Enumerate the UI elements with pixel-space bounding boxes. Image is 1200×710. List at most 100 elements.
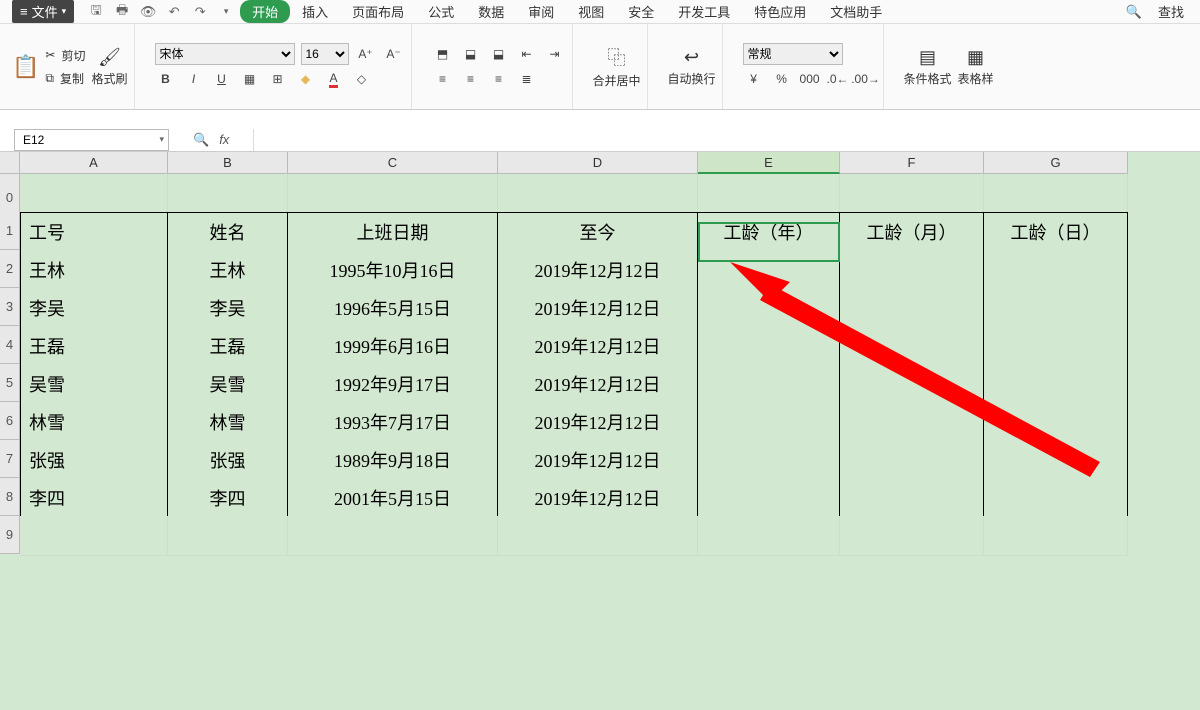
row-header-1[interactable]: 1 <box>0 212 20 250</box>
table-style-button[interactable]: ▦表格样 <box>958 47 994 87</box>
col-header-D[interactable]: D <box>498 152 698 174</box>
tab-home[interactable]: 开始 <box>240 0 290 23</box>
italic-button[interactable]: I <box>183 68 205 90</box>
cell-F4[interactable] <box>840 326 984 366</box>
tab-insert[interactable]: 插入 <box>290 2 340 21</box>
cell-G3[interactable] <box>984 288 1128 328</box>
cell-F3[interactable] <box>840 288 984 328</box>
cell-G1[interactable]: 工龄（日） <box>984 212 1128 252</box>
cell-C6[interactable]: 1993年7月17日 <box>288 402 498 442</box>
cell-B4[interactable]: 王磊 <box>168 326 288 366</box>
col-header-B[interactable]: B <box>168 152 288 174</box>
cell-E1[interactable]: 工龄（年） <box>698 212 840 252</box>
undo-icon[interactable]: ↶ <box>166 4 182 20</box>
col-header-C[interactable]: C <box>288 152 498 174</box>
cell-F8[interactable] <box>840 478 984 518</box>
row-header-7[interactable]: 7 <box>0 440 20 478</box>
paste-button[interactable]: 📋 <box>12 54 39 80</box>
select-all-corner[interactable] <box>0 152 20 174</box>
comma-icon[interactable]: 000 <box>799 68 821 90</box>
cell-A4[interactable]: 王磊 <box>20 326 168 366</box>
cell-G6[interactable] <box>984 402 1128 442</box>
border-button[interactable]: ▦ <box>239 68 261 90</box>
cell-F2[interactable] <box>840 250 984 290</box>
cell-A7[interactable]: 张强 <box>20 440 168 480</box>
cell-B3[interactable]: 李吴 <box>168 288 288 328</box>
cell-B5[interactable]: 吴雪 <box>168 364 288 404</box>
tab-data[interactable]: 数据 <box>466 2 516 21</box>
cell-B2[interactable]: 王林 <box>168 250 288 290</box>
cell-G5[interactable] <box>984 364 1128 404</box>
align-center-icon[interactable]: ≡ <box>460 68 482 90</box>
save-icon[interactable]: 🖫 <box>88 4 104 20</box>
row-header-9[interactable]: 9 <box>0 516 20 554</box>
row-header-6[interactable]: 6 <box>0 402 20 440</box>
tab-page-layout[interactable]: 页面布局 <box>340 2 416 21</box>
col-header-G[interactable]: G <box>984 152 1128 174</box>
row-header-3[interactable]: 3 <box>0 288 20 326</box>
cell-A1[interactable]: 工号 <box>20 212 168 252</box>
indent-right-icon[interactable]: ⇥ <box>544 43 566 65</box>
cell-F6[interactable] <box>840 402 984 442</box>
cell-G2[interactable] <box>984 250 1128 290</box>
cell-G9[interactable] <box>984 516 1128 556</box>
bold-button[interactable]: B <box>155 68 177 90</box>
clear-format-button[interactable]: ◇ <box>351 68 373 90</box>
cell-E8[interactable] <box>698 478 840 518</box>
cell-A9[interactable] <box>20 516 168 556</box>
spreadsheet-grid[interactable]: A B C D E F G 0 1 工号 姓名 上班日期 至今 工龄（年） 工龄… <box>0 152 1200 710</box>
cell-E4[interactable] <box>698 326 840 366</box>
formula-input[interactable] <box>253 129 1200 151</box>
cell-E3[interactable] <box>698 288 840 328</box>
cell-D5[interactable]: 2019年12月12日 <box>498 364 698 404</box>
row-header-4[interactable]: 4 <box>0 326 20 364</box>
tab-special[interactable]: 特色应用 <box>742 2 818 21</box>
cell-C1[interactable]: 上班日期 <box>288 212 498 252</box>
underline-button[interactable]: U <box>211 68 233 90</box>
cell-D3[interactable]: 2019年12月12日 <box>498 288 698 328</box>
cell-E5[interactable] <box>698 364 840 404</box>
cell-E9[interactable] <box>698 516 840 556</box>
col-header-F[interactable]: F <box>840 152 984 174</box>
format-painter-button[interactable]: 🖌 格式刷 <box>91 47 127 87</box>
print-icon[interactable]: 🖶 <box>114 4 130 20</box>
cell-F1[interactable]: 工龄（月） <box>840 212 984 252</box>
fx-icon[interactable]: fx <box>219 132 229 147</box>
preview-icon[interactable]: 👁 <box>140 4 156 20</box>
align-middle-icon[interactable]: ⬓ <box>460 43 482 65</box>
search-label[interactable]: 查找 <box>1146 2 1196 21</box>
cell-C5[interactable]: 1992年9月17日 <box>288 364 498 404</box>
col-header-A[interactable]: A <box>20 152 168 174</box>
cell-G8[interactable] <box>984 478 1128 518</box>
cut-button[interactable]: ✂剪切 <box>45 47 85 64</box>
chevron-down-icon[interactable]: ▾ <box>159 134 164 145</box>
indent-left-icon[interactable]: ⇤ <box>516 43 538 65</box>
cell-C8[interactable]: 2001年5月15日 <box>288 478 498 518</box>
layout-icon[interactable]: ⊞ <box>267 68 289 90</box>
row-header-5[interactable]: 5 <box>0 364 20 402</box>
tab-security[interactable]: 安全 <box>616 2 666 21</box>
font-name-select[interactable]: 宋体 <box>155 43 295 65</box>
merge-button[interactable]: ⿻合并居中 <box>593 44 641 89</box>
cell-B6[interactable]: 林雪 <box>168 402 288 442</box>
wrap-button[interactable]: ↩自动换行 <box>668 47 716 87</box>
tab-doc-helper[interactable]: 文档助手 <box>818 2 894 21</box>
cell-C2[interactable]: 1995年10月16日 <box>288 250 498 290</box>
tab-dev-tools[interactable]: 开发工具 <box>666 2 742 21</box>
align-right-icon[interactable]: ≡ <box>488 68 510 90</box>
cell-D4[interactable]: 2019年12月12日 <box>498 326 698 366</box>
currency-icon[interactable]: ¥ <box>743 68 765 90</box>
font-color-button[interactable]: A <box>323 68 345 90</box>
cell-G7[interactable] <box>984 440 1128 480</box>
number-format-select[interactable]: 常规 <box>743 43 843 65</box>
fill-color-button[interactable]: ◆ <box>295 68 317 90</box>
justify-icon[interactable]: ≣ <box>516 68 538 90</box>
file-menu[interactable]: ≡ 文件 ▾ <box>12 0 74 23</box>
tab-review[interactable]: 审阅 <box>516 2 566 21</box>
cell-E7[interactable] <box>698 440 840 480</box>
cell-C4[interactable]: 1999年6月16日 <box>288 326 498 366</box>
cell-A2[interactable]: 王林 <box>20 250 168 290</box>
zoom-icon[interactable]: 🔍 <box>193 132 209 148</box>
cell-A8[interactable]: 李四 <box>20 478 168 518</box>
cell-D6[interactable]: 2019年12月12日 <box>498 402 698 442</box>
